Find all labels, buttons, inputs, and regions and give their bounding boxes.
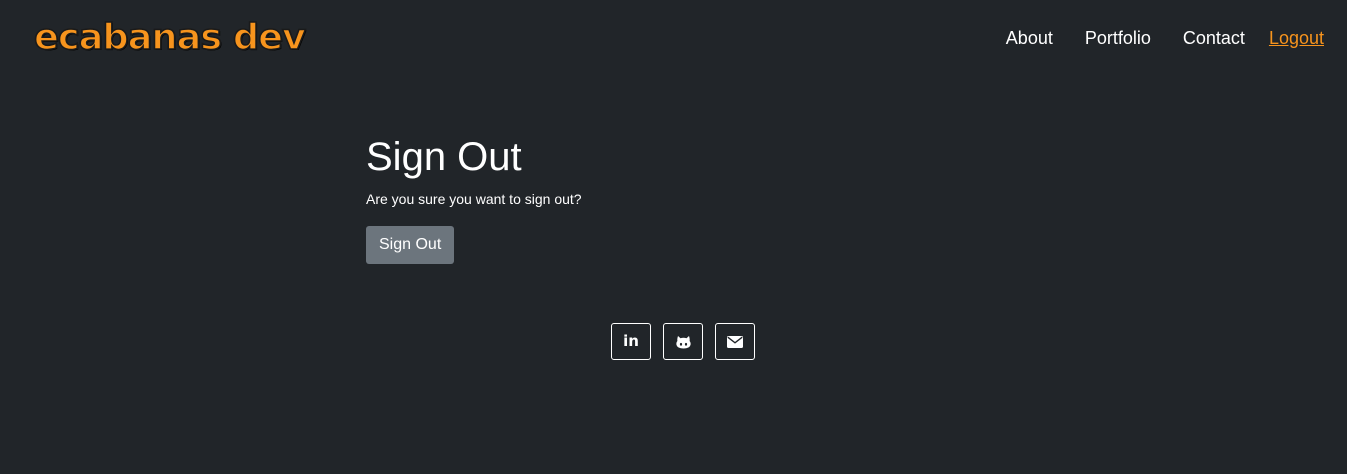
github-button[interactable] xyxy=(663,323,703,360)
nav-link-about[interactable]: About xyxy=(1006,27,1053,49)
envelope-icon xyxy=(727,335,743,348)
nav-link-logout[interactable]: Logout xyxy=(1269,27,1324,49)
github-icon xyxy=(675,335,691,348)
signout-message: Are you sure you want to sign out? xyxy=(366,191,582,207)
nav-link-contact[interactable]: Contact xyxy=(1183,27,1245,49)
brand-logo[interactable]: ecabanas dev xyxy=(33,14,307,62)
signout-section: Sign Out Are you sure you want to sign o… xyxy=(366,133,582,264)
nav-link-portfolio[interactable]: Portfolio xyxy=(1085,27,1151,49)
linkedin-button[interactable]: in xyxy=(611,323,651,360)
social-links: in xyxy=(611,323,755,360)
nav-menu: About Portfolio Contact Logout xyxy=(1006,27,1324,49)
email-button[interactable] xyxy=(715,323,755,360)
page-title: Sign Out xyxy=(366,135,522,179)
sign-out-button[interactable]: Sign Out xyxy=(366,226,455,264)
linkedin-icon: in xyxy=(623,332,639,350)
navbar: ecabanas dev About Portfolio Contact Log… xyxy=(0,0,1347,76)
